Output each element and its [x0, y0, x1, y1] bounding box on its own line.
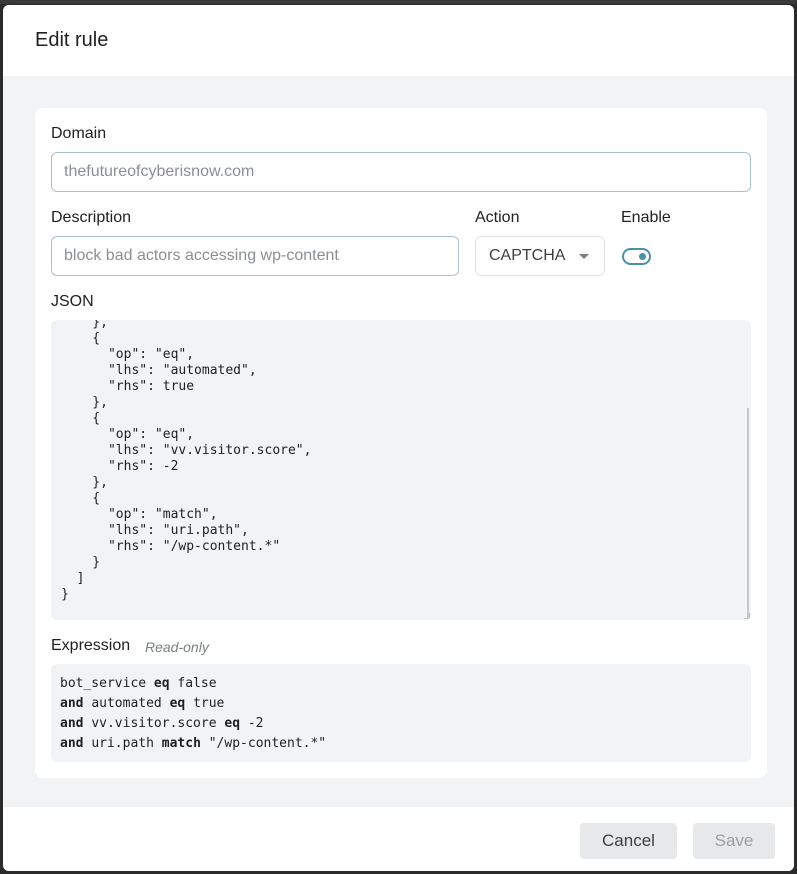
cancel-button[interactable]: Cancel: [580, 823, 677, 859]
expression-line: and uri.path match "/wp-content.*": [60, 736, 327, 751]
enable-toggle[interactable]: [622, 248, 651, 265]
description-label: Description: [51, 209, 132, 226]
toggle-knob: [639, 253, 646, 260]
expression-label: Expression: [51, 637, 131, 654]
description-input[interactable]: block bad actors accessing wp-content: [51, 236, 459, 276]
description-value: block bad actors accessing wp-content: [64, 247, 339, 264]
json-content: }, { "op": "eq", "lhs": "automated", "rh…: [61, 320, 312, 602]
expression-line: bot_service eq false: [60, 676, 217, 691]
json-editor[interactable]: }, { "op": "eq", "lhs": "automated", "rh…: [51, 320, 751, 620]
enable-label: Enable: [621, 209, 671, 226]
readonly-hint: Read-only: [145, 639, 209, 655]
chevron-down-icon: [579, 254, 589, 259]
dialog-title: Edit rule: [35, 29, 109, 51]
action-label: Action: [475, 209, 520, 226]
domain-value: thefutureofcyberisnow.com: [64, 163, 255, 180]
json-label: JSON: [51, 293, 94, 310]
edit-rule-dialog: Edit rule Domain thefutureofcyberisnow.c…: [3, 5, 794, 871]
expression-line: and automated eq true: [60, 696, 225, 711]
dialog-header: Edit rule: [3, 5, 794, 76]
save-button[interactable]: Save: [693, 823, 775, 859]
expression-line: and vv.visitor.score eq -2: [60, 716, 264, 731]
action-select[interactable]: CAPTCHA: [475, 236, 605, 276]
resize-handle-icon[interactable]: [744, 613, 750, 619]
action-value: CAPTCHA: [489, 247, 566, 264]
json-scrollbar[interactable]: [747, 408, 749, 618]
backdrop: [0, 0, 797, 4]
rule-form-card: Domain thefutureofcyberisnow.com Descrip…: [35, 108, 767, 778]
dialog-footer: Cancel Save: [3, 807, 794, 871]
expression-box: bot_service eq false and automated eq tr…: [51, 664, 751, 762]
domain-input[interactable]: thefutureofcyberisnow.com: [51, 152, 751, 192]
domain-label: Domain: [51, 125, 107, 142]
